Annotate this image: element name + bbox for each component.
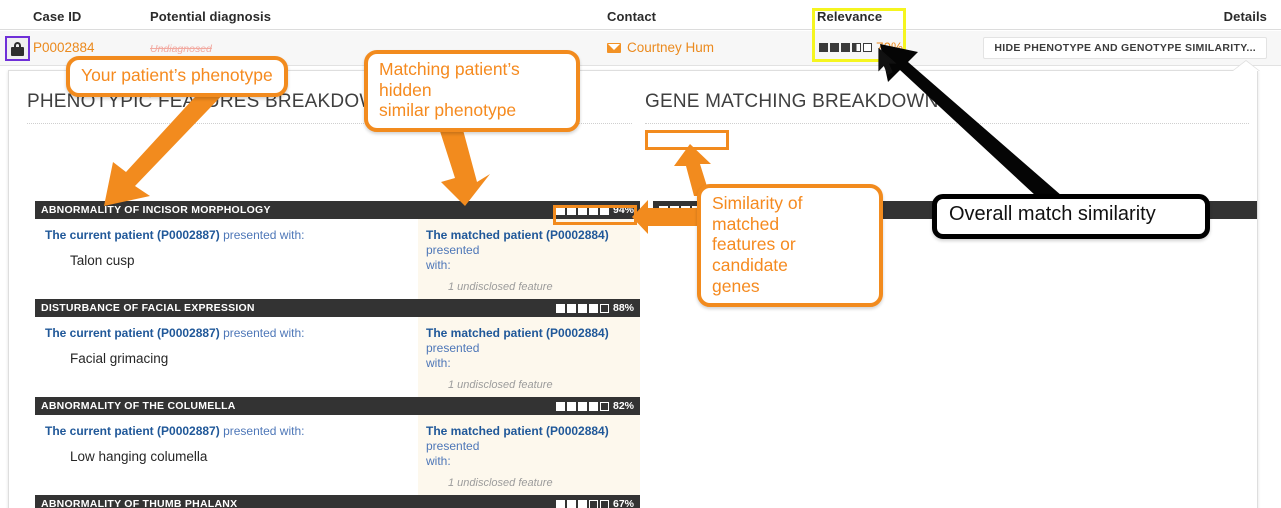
callout-3-line3: genes	[712, 275, 760, 296]
callout-similarity-of-matched: Similarity of matched features or candid…	[697, 184, 883, 308]
callout-overall-match-similarity: Overall match similarity	[932, 194, 1210, 239]
callout-1-text: Your patient’s phenotype	[81, 65, 273, 85]
mouse-cursor	[878, 48, 897, 75]
callout-your-patient-phenotype: Your patient’s phenotype	[66, 56, 288, 97]
callout-4-text: Overall match similarity	[949, 203, 1156, 225]
callout-3-line1: Similarity of matched	[712, 193, 803, 234]
patient-match-screen: Case ID Potential diagnosis Contact Rele…	[0, 0, 1281, 508]
callout-3-line2: features or candidate	[712, 234, 796, 275]
callout-2-line1: Matching patient’s hidden	[379, 59, 520, 100]
callout-matching-hidden-phenotype: Matching patient’s hidden similar phenot…	[364, 50, 580, 132]
callout-2-line2: similar phenotype	[379, 100, 517, 121]
